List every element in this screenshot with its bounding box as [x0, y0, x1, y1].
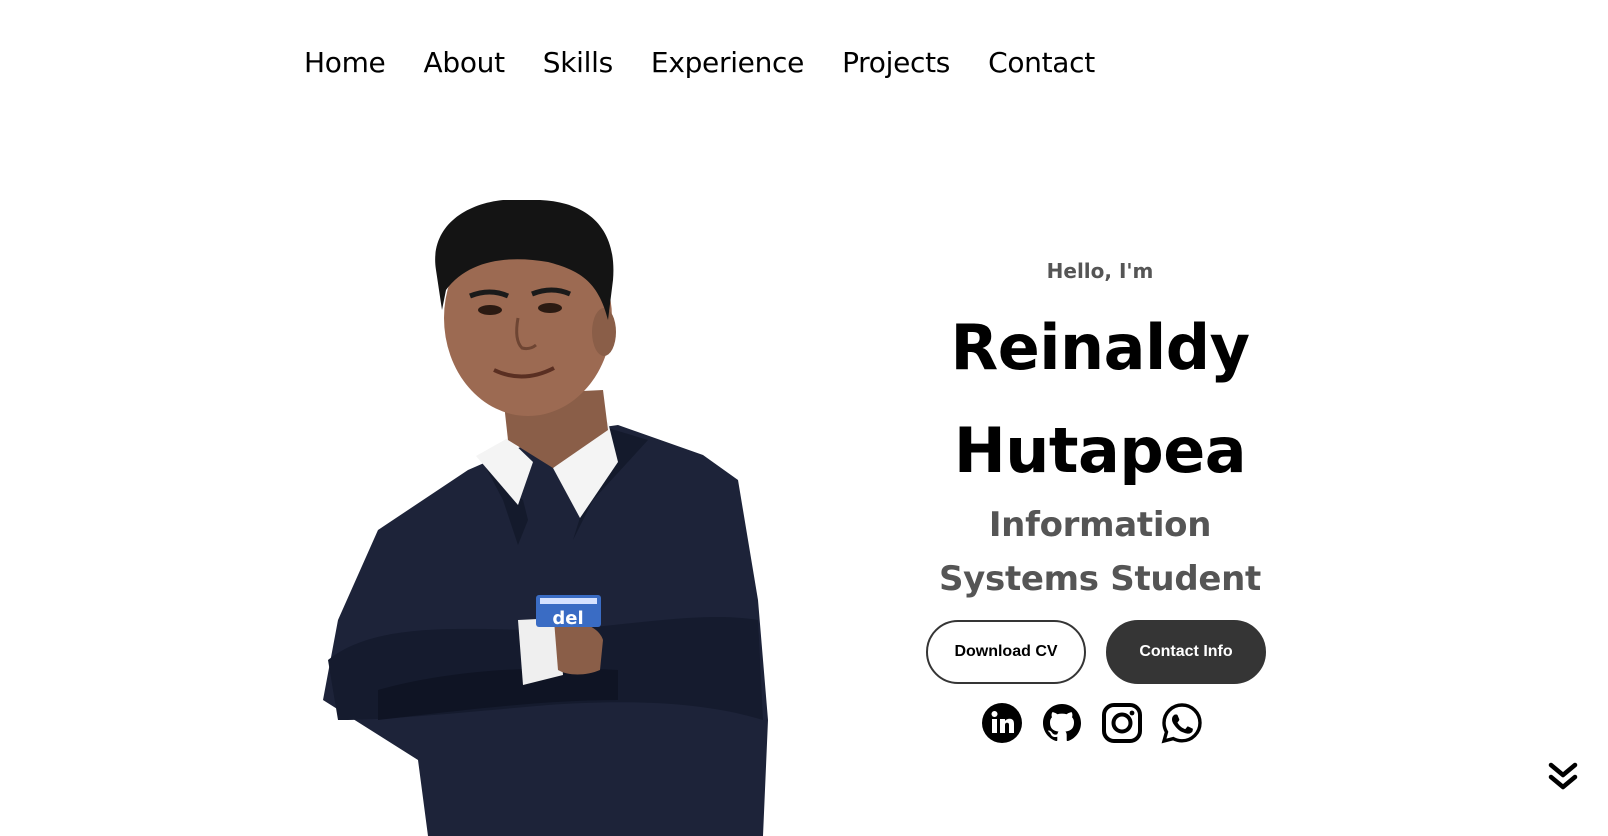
role-line-2: Systems Student [938, 559, 1261, 599]
double-chevron-down-icon[interactable] [1546, 760, 1580, 794]
main-nav: Home About Skills Experience Projects Co… [304, 46, 1095, 79]
nav-about[interactable]: About [424, 46, 506, 79]
nav-experience[interactable]: Experience [651, 46, 804, 79]
name-first: Reinaldy [950, 311, 1250, 384]
name-last: Hutapea [953, 414, 1247, 487]
instagram-icon[interactable] [1101, 702, 1143, 744]
profile-photo: del [318, 200, 778, 836]
whatsapp-icon[interactable] [1161, 702, 1203, 744]
role-text: Information Systems Student [900, 498, 1300, 606]
svg-text:del: del [552, 608, 583, 629]
nav-contact[interactable]: Contact [988, 46, 1095, 79]
greeting-text: Hello, I'm [1046, 259, 1154, 283]
hero-buttons: Download CV Contact Info [926, 620, 1266, 684]
github-icon[interactable] [1041, 702, 1083, 744]
role-line-1: Information [988, 505, 1212, 545]
social-links [981, 702, 1203, 744]
name-heading: Reinaldy Hutapea [900, 296, 1300, 502]
contact-info-button[interactable]: Contact Info [1106, 620, 1266, 684]
nav-skills[interactable]: Skills [543, 46, 613, 79]
page: Home About Skills Experience Projects Co… [0, 0, 1608, 836]
hero-section: Hello, I'm Reinaldy Hutapea Information … [900, 256, 1300, 606]
linkedin-icon[interactable] [981, 702, 1023, 744]
download-cv-button[interactable]: Download CV [926, 620, 1086, 684]
nav-projects[interactable]: Projects [842, 46, 950, 79]
nav-home[interactable]: Home [304, 46, 386, 79]
